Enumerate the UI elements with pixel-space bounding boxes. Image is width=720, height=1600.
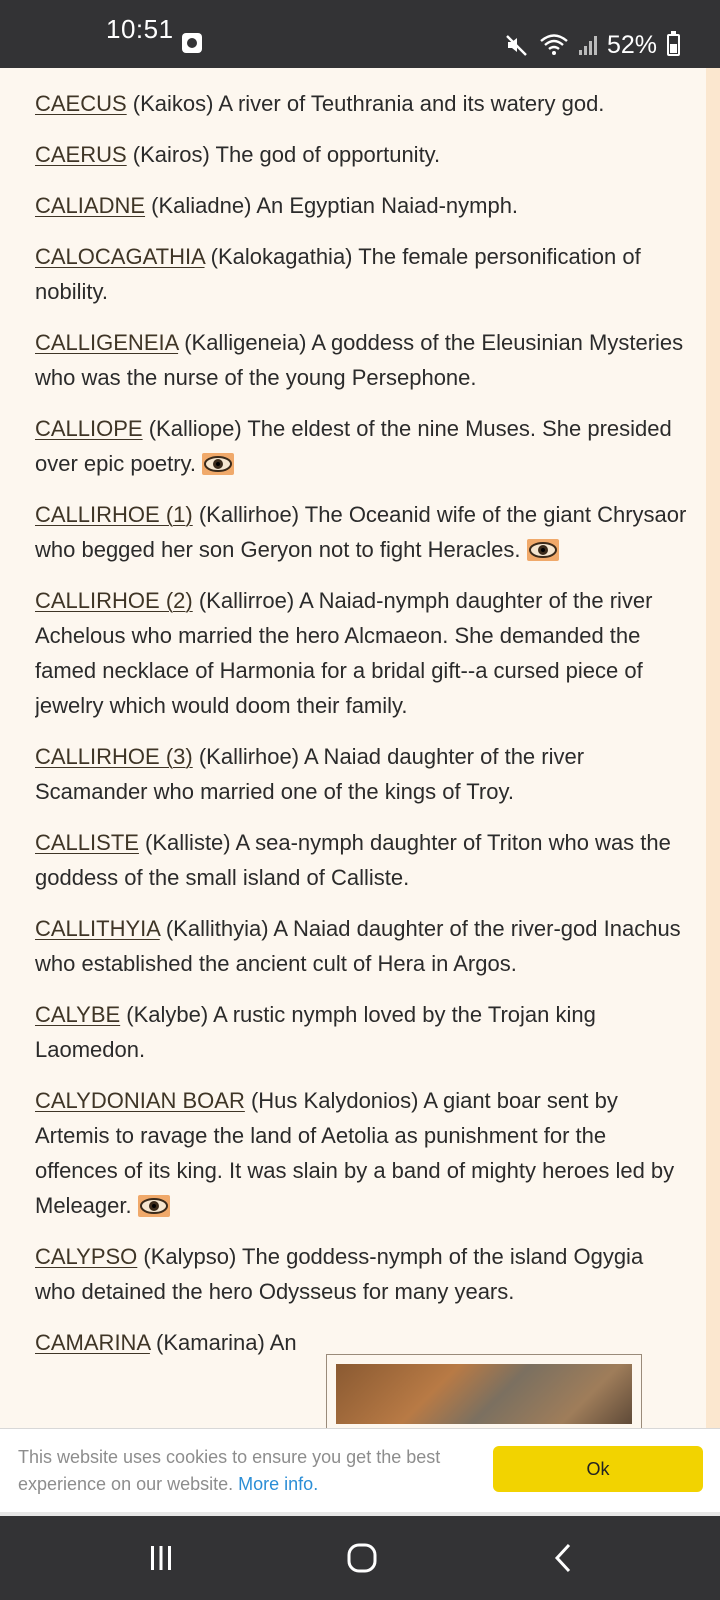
entry-description: (Kairos) The god of opportunity. bbox=[126, 142, 441, 167]
entry-link[interactable]: CALLIGENEIA bbox=[35, 330, 178, 355]
navigation-bar bbox=[0, 1516, 720, 1600]
entry-link[interactable]: CALLIOPE bbox=[35, 416, 143, 441]
status-bar: 10:51 52% bbox=[0, 0, 720, 68]
cookie-ok-button[interactable]: Ok bbox=[493, 1446, 703, 1492]
list-item: CALLIRHOE (2) (Kallirroe) A Naiad-nymph … bbox=[35, 583, 687, 723]
wifi-icon bbox=[540, 34, 568, 55]
entry-link[interactable]: CALLIRHOE (2) bbox=[35, 588, 193, 613]
battery-percent: 52% bbox=[606, 30, 657, 59]
entry-link[interactable]: CALIADNE bbox=[35, 193, 145, 218]
signal-icon bbox=[578, 35, 597, 55]
back-icon[interactable] bbox=[534, 1538, 594, 1578]
entry-link[interactable]: CALLIRHOE (3) bbox=[35, 744, 193, 769]
cookie-message: This website uses cookies to ensure you … bbox=[18, 1447, 441, 1494]
list-item: CALYBE (Kalybe) A rustic nymph loved by … bbox=[35, 997, 687, 1067]
list-item: CALOCAGATHIA (Kalokagathia) The female p… bbox=[35, 239, 687, 309]
screen-record-icon bbox=[182, 33, 202, 53]
cookie-banner: This website uses cookies to ensure you … bbox=[0, 1428, 720, 1517]
more-info-link[interactable]: More info. bbox=[238, 1474, 318, 1494]
battery-icon bbox=[667, 31, 680, 56]
list-item: CALYDONIAN BOAR (Hus Kalydonios) A giant… bbox=[35, 1083, 687, 1223]
home-icon[interactable] bbox=[332, 1538, 392, 1578]
list-item: CALLITHYIA (Kallithyia) A Naiad daughter… bbox=[35, 911, 687, 981]
recent-apps-icon[interactable] bbox=[131, 1538, 191, 1578]
list-item: CALIADNE (Kaliadne) An Egyptian Naiad-ny… bbox=[35, 188, 687, 223]
entry-link[interactable]: CALOCAGATHIA bbox=[35, 244, 205, 269]
page-edge bbox=[706, 68, 720, 1428]
list-item: CALYPSO (Kalypso) The goddess-nymph of t… bbox=[35, 1239, 687, 1309]
entry-link[interactable]: CAERUS bbox=[35, 142, 127, 167]
list-item: CALLIGENEIA (Kalligeneia) A goddess of t… bbox=[35, 325, 687, 395]
entry-link[interactable]: CALYPSO bbox=[35, 1244, 137, 1269]
entry-description: (Kamarina) An bbox=[149, 1330, 297, 1355]
list-item: CALLIOPE (Kalliope) The eldest of the ni… bbox=[35, 411, 687, 481]
entry-link[interactable]: CALLISTE bbox=[35, 830, 139, 855]
mute-icon bbox=[506, 35, 527, 56]
entry-description: (Kaikos) A river of Teuthrania and its w… bbox=[126, 91, 605, 116]
list-item: CAECUS (Kaikos) A river of Teuthrania an… bbox=[35, 86, 687, 121]
camarina-image[interactable] bbox=[326, 1354, 642, 1434]
list-item: CALLISTE (Kalliste) A sea-nymph daughter… bbox=[35, 825, 687, 895]
entry-description: (Kaliadne) An Egyptian Naiad-nymph. bbox=[145, 193, 519, 218]
list-item: CALLIRHOE (3) (Kallirhoe) A Naiad daught… bbox=[35, 739, 687, 809]
eye-icon[interactable] bbox=[202, 453, 235, 475]
entry-link[interactable]: CALYBE bbox=[35, 1002, 120, 1027]
status-icons: 52% bbox=[505, 28, 680, 62]
entry-link[interactable]: CAECUS bbox=[35, 91, 127, 116]
entry-link[interactable]: CAMARINA bbox=[35, 1330, 150, 1355]
glossary-list[interactable]: CAECUS (Kaikos) A river of Teuthrania an… bbox=[35, 68, 687, 1428]
eye-icon[interactable] bbox=[526, 539, 559, 561]
list-item: CAERUS (Kairos) The god of opportunity. bbox=[35, 137, 687, 172]
list-item: CALLIRHOE (1) (Kallirhoe) The Oceanid wi… bbox=[35, 497, 687, 567]
eye-icon[interactable] bbox=[137, 1195, 170, 1217]
clock: 10:51 bbox=[106, 14, 174, 44]
entry-link[interactable]: CALYDONIAN BOAR bbox=[35, 1088, 245, 1113]
entry-link[interactable]: CALLIRHOE (1) bbox=[35, 502, 193, 527]
entry-description: (Kalybe) A rustic nymph loved by the Tro… bbox=[35, 1002, 596, 1062]
entry-link[interactable]: CALLITHYIA bbox=[35, 916, 160, 941]
